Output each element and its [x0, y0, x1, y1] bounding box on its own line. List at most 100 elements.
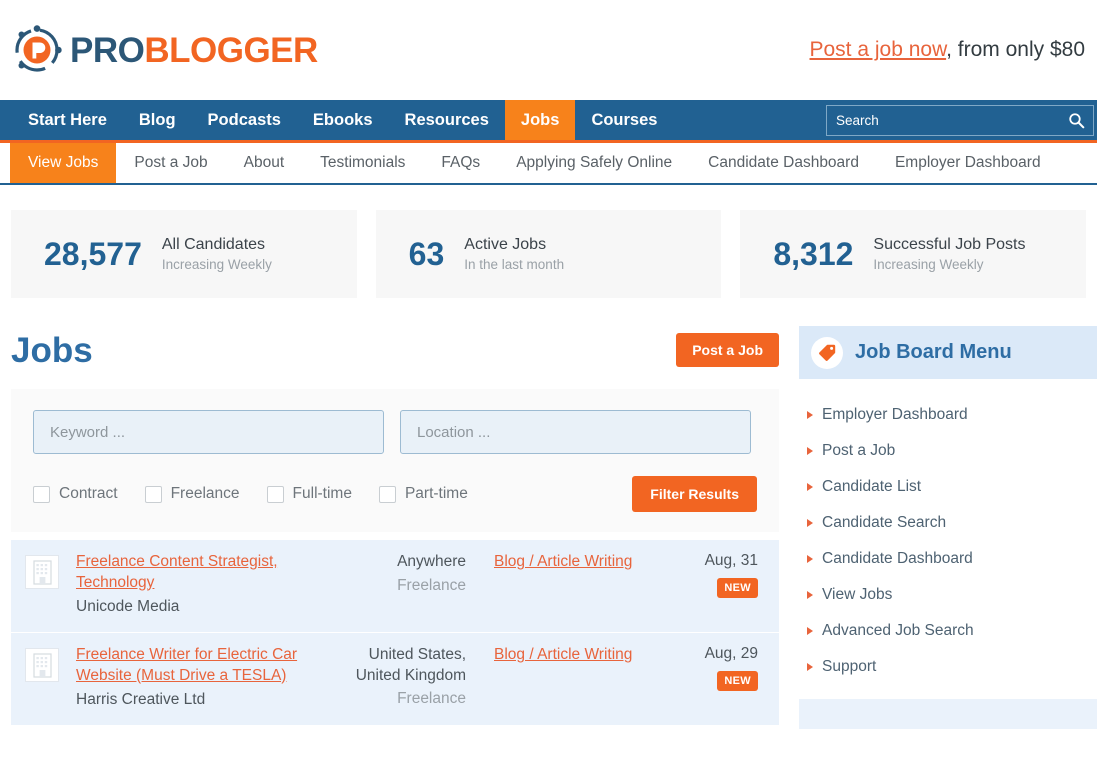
- job-date: Aug, 29: [704, 645, 758, 662]
- checkbox-part-time[interactable]: Part-time: [378, 485, 468, 503]
- nav-item-resources[interactable]: Resources: [389, 100, 505, 140]
- table-row[interactable]: Freelance Writer for Electric Car Websit…: [11, 633, 779, 726]
- job-title-link[interactable]: Freelance Writer for Electric Car Websit…: [76, 646, 297, 684]
- sidebar-item-label: Candidate List: [822, 478, 922, 495]
- nav-item-podcasts[interactable]: Podcasts: [192, 100, 297, 140]
- stat-number: 63: [408, 236, 445, 272]
- job-date: Aug, 31: [704, 552, 758, 569]
- status-badge: NEW: [717, 578, 758, 598]
- triangle-right-icon: [807, 411, 813, 419]
- job-category-link[interactable]: Blog / Article Writing: [494, 646, 632, 663]
- sidebar-heading: Job Board Menu: [799, 326, 1097, 379]
- jobs-content-column: Jobs Post a Job Keyword ... Location ...…: [11, 326, 779, 729]
- sidebar-item-label: Advanced Job Search: [822, 622, 974, 639]
- stat-card-all-candidates: 28,577 All Candidates Increasing Weekly: [11, 210, 357, 298]
- stat-label: Active Jobs: [464, 236, 547, 253]
- checkbox-label: Contract: [59, 485, 118, 502]
- sidebar-item-candidate-search[interactable]: Candidate Search: [799, 505, 1097, 541]
- search-input[interactable]: Search: [836, 113, 1068, 128]
- job-company: Harris Creative Ltd: [76, 691, 206, 709]
- subnav-item-faqs[interactable]: FAQs: [423, 143, 498, 183]
- stat-sublabel: In the last month: [464, 257, 565, 272]
- office-building-icon: [25, 648, 59, 682]
- subnav-item-post-a-job[interactable]: Post a Job: [116, 143, 225, 183]
- sidebar-item-post-a-job[interactable]: Post a Job: [799, 433, 1097, 469]
- job-company: Unicode Media: [76, 598, 180, 616]
- search-box[interactable]: Search: [826, 105, 1094, 136]
- checkbox-label: Full-time: [292, 485, 352, 502]
- job-location: United States, United Kingdom: [355, 646, 466, 684]
- checkbox-box[interactable]: [378, 485, 396, 503]
- checkbox-freelance[interactable]: Freelance: [144, 485, 240, 503]
- triangle-right-icon: [807, 447, 813, 455]
- location-input[interactable]: Location ...: [400, 410, 751, 454]
- stat-card-active-jobs: 63 Active Jobs In the last month: [375, 210, 722, 298]
- secondary-navigation: View Jobs Post a Job About Testimonials …: [0, 143, 1097, 185]
- nav-item-start-here[interactable]: Start Here: [12, 100, 123, 140]
- stat-number: 8,312: [773, 236, 854, 272]
- triangle-right-icon: [807, 519, 813, 527]
- checkbox-full-time[interactable]: Full-time: [266, 485, 352, 503]
- sidebar-widget-placeholder: [799, 699, 1097, 729]
- post-a-job-button[interactable]: Post a Job: [676, 333, 779, 367]
- subnav-item-candidate-dashboard[interactable]: Candidate Dashboard: [690, 143, 877, 183]
- sidebar-item-candidate-list[interactable]: Candidate List: [799, 469, 1097, 505]
- sidebar-item-advanced-job-search[interactable]: Advanced Job Search: [799, 613, 1097, 649]
- triangle-right-icon: [807, 627, 813, 635]
- checkbox-box[interactable]: [144, 485, 162, 503]
- nav-item-blog[interactable]: Blog: [123, 100, 192, 140]
- triangle-right-icon: [807, 663, 813, 671]
- checkbox-contract[interactable]: Contract: [33, 485, 118, 503]
- magnifier-icon[interactable]: [1068, 112, 1085, 129]
- orange-tag-icon: [811, 336, 843, 369]
- primary-navigation: Start Here Blog Podcasts Ebooks Resource…: [0, 100, 1097, 143]
- stat-label: Successful Job Posts: [873, 236, 1026, 253]
- triangle-right-icon: [807, 483, 813, 491]
- nav-item-ebooks[interactable]: Ebooks: [297, 100, 389, 140]
- sidebar-item-label: Post a Job: [822, 442, 896, 459]
- sidebar-item-view-jobs[interactable]: View Jobs: [799, 577, 1097, 613]
- sidebar-item-candidate-dashboard[interactable]: Candidate Dashboard: [799, 541, 1097, 577]
- page-title: Jobs: [11, 330, 93, 370]
- job-title-link[interactable]: Freelance Content Strategist, Technology: [76, 553, 278, 591]
- filter-results-button[interactable]: Filter Results: [632, 476, 757, 512]
- subnav-item-applying-safely-online[interactable]: Applying Safely Online: [498, 143, 690, 183]
- keyword-input[interactable]: Keyword ...: [33, 410, 384, 454]
- triangle-right-icon: [807, 555, 813, 563]
- sidebar-item-employer-dashboard[interactable]: Employer Dashboard: [799, 397, 1097, 433]
- table-row[interactable]: Freelance Content Strategist, Technology…: [11, 540, 779, 633]
- stat-card-successful-job-posts: 8,312 Successful Job Posts Increasing We…: [740, 210, 1087, 298]
- checkbox-label: Part-time: [404, 485, 468, 502]
- header-promo-rest: , from only $80: [946, 38, 1085, 61]
- stat-sublabel: Increasing Weekly: [873, 257, 984, 272]
- jobs-header: Jobs Post a Job: [11, 326, 779, 374]
- sidebar-item-label: Support: [822, 658, 877, 675]
- checkbox-box[interactable]: [33, 485, 50, 503]
- site-header: PRO BLOGGER Post a job now, from only $80: [0, 0, 1097, 100]
- sidebar-item-support[interactable]: Support: [799, 649, 1097, 685]
- sidebar-item-label: Candidate Search: [822, 514, 947, 531]
- stat-label: All Candidates: [161, 236, 266, 253]
- problogger-circle-p-icon: [10, 23, 64, 77]
- checkbox-box[interactable]: [266, 485, 284, 503]
- subnav-item-employer-dashboard[interactable]: Employer Dashboard: [877, 143, 1059, 183]
- checkbox-label: Freelance: [170, 485, 240, 502]
- post-a-job-now-link[interactable]: Post a job now: [810, 38, 947, 61]
- office-building-icon: [25, 555, 59, 589]
- subnav-item-about[interactable]: About: [226, 143, 303, 183]
- sidebar-item-label: Candidate Dashboard: [822, 550, 973, 567]
- subnav-item-testimonials[interactable]: Testimonials: [302, 143, 423, 183]
- site-logo[interactable]: PRO BLOGGER: [10, 23, 318, 77]
- subnav-item-view-jobs[interactable]: View Jobs: [10, 143, 117, 183]
- nav-item-jobs[interactable]: Jobs: [504, 100, 576, 140]
- logo-text-pro: PRO: [70, 30, 145, 70]
- page-body: Jobs Post a Job Keyword ... Location ...…: [0, 326, 1097, 729]
- stat-sublabel: Increasing Weekly: [161, 257, 272, 272]
- job-type: Freelance: [397, 690, 466, 708]
- header-promo: Post a job now, from only $80: [810, 38, 1086, 62]
- nav-item-courses[interactable]: Courses: [575, 100, 673, 140]
- job-type: Freelance: [397, 576, 466, 594]
- logo-text-blogger: BLOGGER: [144, 30, 318, 70]
- stats-row: 28,577 All Candidates Increasing Weekly …: [0, 185, 1097, 298]
- job-category-link[interactable]: Blog / Article Writing: [494, 553, 632, 570]
